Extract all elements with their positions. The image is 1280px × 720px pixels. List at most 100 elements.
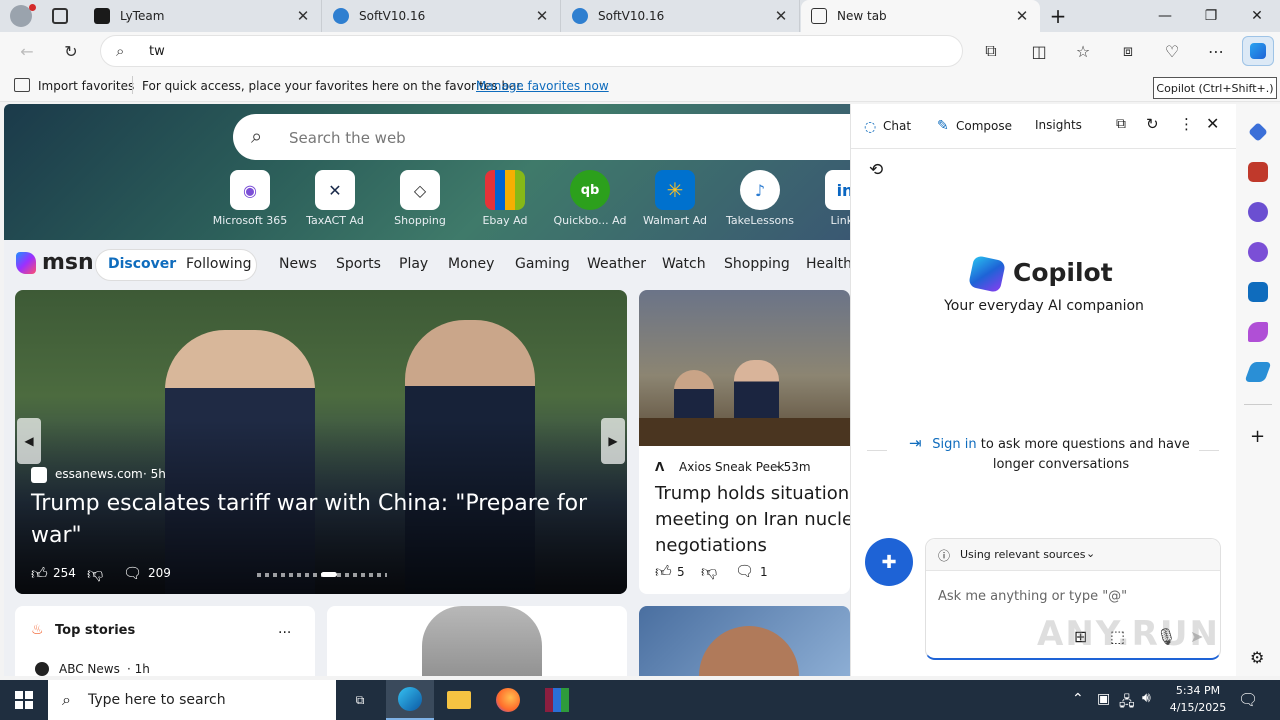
close-pane-icon[interactable]: ✕	[1206, 114, 1219, 133]
minimize-button[interactable]: —	[1142, 0, 1188, 32]
tile-quickbooks[interactable]: qb Quickbo... Ad	[550, 170, 630, 227]
close-tab-icon[interactable]: ✕	[773, 7, 789, 25]
tile-shopping[interactable]: ◇ Shopping	[380, 170, 460, 227]
taskbar-search-box[interactable]: ⌕ Type here to search	[48, 680, 336, 720]
nav-discover[interactable]: Discover	[108, 256, 176, 272]
nav-money[interactable]: Money	[448, 256, 494, 272]
tile-walmart[interactable]: ✳ Walmart Ad	[635, 170, 715, 227]
dislike-icon[interactable]: 👎︎	[701, 562, 717, 582]
restore-button[interactable]: ❐	[1188, 0, 1234, 32]
side-story-source[interactable]: Axios Sneak Peek	[679, 460, 784, 474]
story-source[interactable]: essanews.com	[55, 467, 143, 481]
nav-weather[interactable]: Weather	[587, 256, 646, 272]
dislike-icon[interactable]: 👎︎	[87, 564, 103, 584]
profile-avatar[interactable]	[10, 4, 36, 27]
browser-essentials-icon[interactable]: ♡	[1161, 40, 1183, 62]
nav-health[interactable]: Health	[806, 256, 850, 272]
taskbar-firefox[interactable]	[484, 680, 532, 720]
previous-slide-button[interactable]: ◀	[17, 418, 41, 464]
main-story-card[interactable]: ◀ ▶ essanews.com · 5h Trump escalates ta…	[15, 290, 627, 594]
nav-watch[interactable]: Watch	[662, 256, 706, 272]
refresh-icon[interactable]: ↻	[1146, 115, 1159, 133]
web-search-placeholder[interactable]: Search the web	[289, 129, 406, 147]
refresh-icon[interactable]: ↻	[60, 40, 82, 62]
copilot-tab-compose[interactable]: Compose	[956, 119, 1012, 133]
msn-logo[interactable]: msn	[42, 250, 94, 275]
copilot-tab-insights[interactable]: Insights	[1035, 118, 1082, 132]
tab-lyteam[interactable]: LyTeam ✕	[84, 0, 322, 32]
web-search-box[interactable]: ⌕ Search the web	[233, 114, 850, 160]
story-headline[interactable]: Trump escalates tariff war with China: "…	[31, 488, 601, 552]
open-in-new-icon[interactable]: ⧉	[1116, 116, 1126, 132]
sidebar-settings-gear-icon[interactable]: ⚙	[1250, 648, 1264, 667]
side-story-headline[interactable]: Trump holds situation meeting on Iran nu…	[655, 481, 850, 559]
address-input[interactable]: tw	[149, 44, 165, 59]
more-options-icon[interactable]: ...	[278, 621, 291, 637]
nav-shopping[interactable]: Shopping	[724, 256, 790, 272]
tile-taxact[interactable]: ✕ TaxACT Ad	[295, 170, 375, 227]
show-hidden-icons-chevron-icon[interactable]: ⌃	[1072, 691, 1084, 707]
comment-icon[interactable]: 🗨︎	[123, 564, 142, 582]
clock-date[interactable]: 4/15/2025	[1166, 701, 1230, 714]
tab-softv-2[interactable]: SoftV10.16 ✕	[562, 0, 800, 32]
nav-gaming[interactable]: Gaming	[515, 256, 570, 272]
back-arrow-icon[interactable]: ←	[16, 40, 38, 62]
sign-in-link[interactable]: Sign in	[932, 437, 976, 452]
tag-icon[interactable]	[1248, 122, 1268, 142]
clock-time[interactable]: 5:34 PM	[1174, 684, 1222, 697]
device-icon[interactable]: ▣	[1097, 691, 1110, 707]
tile-linkedin[interactable]: in Linke	[805, 170, 850, 227]
copilot-button[interactable]	[1242, 36, 1274, 66]
close-tab-icon[interactable]: ✕	[295, 7, 311, 25]
history-icon[interactable]: ⟲	[869, 160, 883, 180]
top-story-source[interactable]: ABC News	[59, 662, 120, 676]
add-sidebar-app-icon[interactable]: +	[1250, 426, 1265, 447]
tile-microsoft-365[interactable]: ◉ Microsoft 365	[210, 170, 290, 227]
nav-sports[interactable]: Sports	[336, 256, 381, 272]
taskbar-file-explorer[interactable]	[435, 680, 483, 720]
taskbar-edge[interactable]	[386, 680, 434, 720]
tab-actions-icon[interactable]	[52, 8, 68, 24]
task-view-icon[interactable]: ⧉	[336, 680, 384, 720]
copilot-tab-chat[interactable]: Chat	[883, 119, 911, 133]
tile-takelessons[interactable]: ♪ TakeLessons	[720, 170, 800, 227]
favorites-star-icon[interactable]: ☆	[1072, 40, 1094, 62]
tools-briefcase-icon[interactable]	[1248, 162, 1268, 182]
close-window-button[interactable]: ✕	[1234, 0, 1280, 32]
taskbar-winrar[interactable]	[533, 680, 581, 720]
outlook-icon[interactable]	[1248, 282, 1268, 302]
start-button[interactable]	[0, 680, 48, 720]
extensions-icon[interactable]: ⧉	[980, 40, 1002, 62]
microsoft-365-icon[interactable]	[1248, 242, 1268, 262]
side-story-card[interactable]: Λ Axios Sneak Peek · 53m Trump holds sit…	[639, 290, 850, 594]
import-favorites-button[interactable]: Import favorites	[38, 79, 134, 93]
volume-icon[interactable]: 🔊︎	[1142, 690, 1151, 706]
nav-news[interactable]: News	[279, 256, 317, 272]
manage-favorites-link[interactable]: Manage favorites now	[476, 79, 609, 93]
close-tab-icon[interactable]: ✕	[534, 7, 550, 25]
more-options-icon[interactable]: ⋮	[1179, 115, 1194, 133]
address-bar[interactable]: ⌕ tw	[100, 35, 963, 67]
taskbar-search-placeholder[interactable]: Type here to search	[88, 692, 226, 708]
settings-more-icon[interactable]: ⋯	[1205, 40, 1227, 62]
story-card-portrait[interactable]	[639, 606, 850, 676]
like-icon[interactable]: 👍︎	[31, 564, 48, 584]
next-slide-button[interactable]: ▶	[601, 418, 625, 464]
nav-following[interactable]: Following	[186, 256, 252, 272]
new-tab-plus-icon[interactable]: +	[1046, 4, 1070, 28]
tile-ebay[interactable]: Ebay Ad	[465, 170, 545, 227]
games-icon[interactable]	[1248, 202, 1268, 222]
nav-play[interactable]: Play	[399, 256, 428, 272]
split-screen-icon[interactable]: ◫	[1028, 40, 1050, 62]
tab-new-tab[interactable]: New tab ✕	[801, 0, 1040, 32]
collections-icon[interactable]: ⧈	[1117, 40, 1139, 62]
sources-dropdown[interactable]: Using relevant sources	[960, 548, 1085, 561]
new-topic-button[interactable]: ✚	[865, 538, 913, 586]
notifications-icon[interactable]: 🗨︎	[1238, 690, 1258, 709]
tab-softv-1[interactable]: SoftV10.16 ✕	[323, 0, 561, 32]
comment-icon[interactable]: 🗨︎	[735, 562, 754, 580]
designer-icon[interactable]	[1248, 322, 1268, 342]
like-icon[interactable]: 👍︎	[655, 562, 672, 582]
drop-icon[interactable]	[1244, 362, 1272, 382]
network-icon[interactable]: 🖧︎	[1119, 691, 1135, 715]
